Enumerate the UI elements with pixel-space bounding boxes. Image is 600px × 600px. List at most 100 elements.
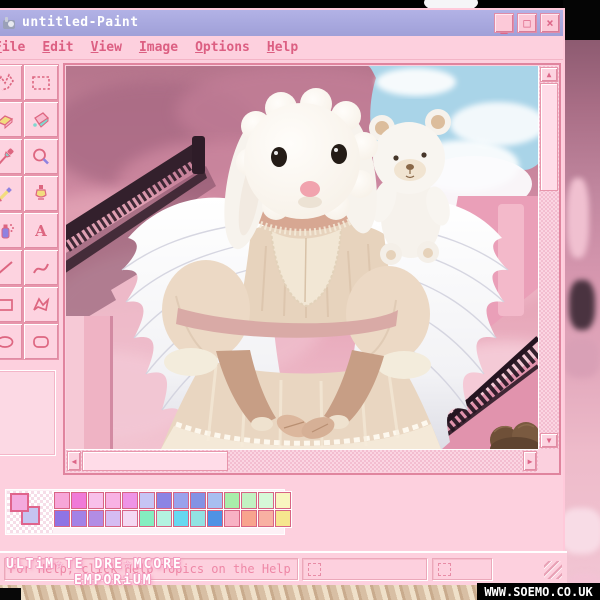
brush-icon: [30, 183, 52, 205]
resize-grip[interactable]: [544, 561, 562, 579]
close-button[interactable]: ×: [540, 13, 560, 33]
tool-rounded-rectangle[interactable]: [23, 323, 59, 360]
maximize-button[interactable]: □: [517, 13, 537, 33]
horizontal-scrollbar[interactable]: ◀ ▶: [66, 449, 538, 472]
status-help-text: For Help, click Help Topics on the Help …: [5, 562, 298, 576]
minimize-button[interactable]: _: [494, 13, 514, 33]
tool-magnifier[interactable]: [23, 138, 59, 175]
tool-rectangle[interactable]: [0, 286, 23, 323]
vertical-scroll-thumb[interactable]: [540, 83, 558, 191]
palette-swatch-r1-c14[interactable]: [275, 492, 291, 509]
tool-options-box[interactable]: [0, 370, 56, 456]
ellipse-icon: [0, 331, 16, 353]
palette-swatch-r2-c2[interactable]: [71, 510, 87, 527]
palette-swatch-r1-c4[interactable]: [105, 492, 121, 509]
tool-eraser[interactable]: [0, 101, 23, 138]
tool-free-form-select[interactable]: [0, 64, 23, 101]
palette-swatch-r2-c4[interactable]: [105, 510, 121, 527]
tool-pick-color[interactable]: [0, 138, 23, 175]
pink-pillar: [66, 316, 113, 449]
menu-item-options[interactable]: Options: [195, 40, 250, 55]
palette-swatch-r1-c8[interactable]: [173, 492, 189, 509]
status-bar: For Help, click Help Topics on the Help …: [0, 551, 567, 585]
foreground-color-swatch[interactable]: [10, 493, 29, 512]
screen: untitled-Paint _ □ × File Edit View Image Op…: [0, 0, 600, 600]
palette-swatch-r2-c9[interactable]: [190, 510, 206, 527]
menu-item-view[interactable]: View: [91, 40, 122, 55]
palette-swatch-r1-c12[interactable]: [241, 492, 257, 509]
rectangle-icon: [0, 294, 16, 316]
palette-swatch-r2-c6[interactable]: [139, 510, 155, 527]
scroll-down-button[interactable]: ▼: [540, 433, 558, 448]
magnifier-icon: [30, 146, 52, 168]
palette-swatch-r1-c13[interactable]: [258, 492, 274, 509]
pick-color-icon: [0, 146, 16, 168]
arrow-down-icon: ▼: [547, 436, 552, 445]
pencil-icon: [0, 183, 16, 205]
scroll-up-button[interactable]: ▲: [540, 67, 558, 82]
rounded-rectangle-icon: [30, 331, 52, 353]
tool-ellipse[interactable]: [0, 323, 23, 360]
menu-item-edit[interactable]: Edit: [42, 40, 73, 55]
tool-curve[interactable]: [23, 249, 59, 286]
arrow-right-icon: ▶: [528, 457, 533, 466]
palette-swatch-r1-c5[interactable]: [122, 492, 138, 509]
palette-swatch-grid: [54, 492, 291, 527]
menu-item-image[interactable]: Image: [139, 40, 178, 55]
current-colors-indicator[interactable]: [7, 491, 53, 533]
palette-swatch-r1-c9[interactable]: [190, 492, 206, 509]
palette-swatch-r2-c3[interactable]: [88, 510, 104, 527]
tool-fill[interactable]: [23, 101, 59, 138]
palette-swatch-r2-c10[interactable]: [207, 510, 223, 527]
vertical-scrollbar[interactable]: ▲ ▼: [538, 66, 559, 449]
svg-text:A: A: [34, 222, 47, 240]
tool-brush[interactable]: [23, 175, 59, 212]
window-title: untitled-Paint: [22, 15, 139, 30]
palette-swatch-r2-c7[interactable]: [156, 510, 172, 527]
background-corner: [0, 588, 21, 600]
scroll-left-button[interactable]: ◀: [67, 451, 81, 471]
titlebar[interactable]: untitled-Paint _ □ ×: [0, 10, 563, 36]
palette-swatch-r1-c10[interactable]: [207, 492, 223, 509]
background-corner: [563, 0, 600, 40]
line-icon: [0, 257, 16, 279]
palette-swatch-r1-c1[interactable]: [54, 492, 70, 509]
palette-swatch-r1-c6[interactable]: [139, 492, 155, 509]
tool-pencil[interactable]: [0, 175, 23, 212]
selection-size-icon: [438, 563, 451, 576]
palette-swatch-r1-c7[interactable]: [156, 492, 172, 509]
palette-swatch-r1-c11[interactable]: [224, 492, 240, 509]
canvas-image: [66, 66, 538, 449]
tool-polygon[interactable]: [23, 286, 59, 323]
canvas-frame: ▲ ▼ ◀ ▶: [63, 63, 561, 475]
color-palette: [6, 490, 284, 534]
toolbox: A: [0, 64, 60, 361]
tool-select[interactable]: [23, 64, 59, 101]
paint-window: untitled-Paint _ □ × File Edit View Image Op…: [0, 8, 565, 583]
palette-swatch-r2-c1[interactable]: [54, 510, 70, 527]
palette-swatch-r2-c12[interactable]: [241, 510, 257, 527]
palette-swatch-r2-c11[interactable]: [224, 510, 240, 527]
palette-swatch-r2-c13[interactable]: [258, 510, 274, 527]
scrollbar-corner: [538, 449, 559, 472]
palette-swatch-r1-c3[interactable]: [88, 492, 104, 509]
palette-swatch-r1-c2[interactable]: [71, 492, 87, 509]
tool-line[interactable]: [0, 249, 23, 286]
canvas-drawing-area[interactable]: [66, 66, 538, 449]
palette-swatch-r2-c8[interactable]: [173, 510, 189, 527]
palette-swatch-r2-c14[interactable]: [275, 510, 291, 527]
fill-icon: [30, 109, 52, 131]
site-banner-text: WWW.SOEMO.CO.UK: [484, 585, 592, 599]
polygon-icon: [30, 294, 52, 316]
horizontal-scroll-thumb[interactable]: [82, 451, 228, 471]
menu-item-file[interactable]: File: [0, 40, 25, 55]
scroll-right-button[interactable]: ▶: [523, 451, 537, 471]
paint-app-icon: [0, 14, 18, 32]
menu-item-help[interactable]: Help: [267, 40, 298, 55]
site-banner: WWW.SOEMO.CO.UK: [477, 583, 600, 600]
tool-text[interactable]: A: [23, 212, 59, 249]
palette-swatch-r2-c5[interactable]: [122, 510, 138, 527]
select-icon: [30, 72, 52, 94]
tool-airbrush[interactable]: [0, 212, 23, 249]
status-size-panel: [432, 558, 492, 580]
